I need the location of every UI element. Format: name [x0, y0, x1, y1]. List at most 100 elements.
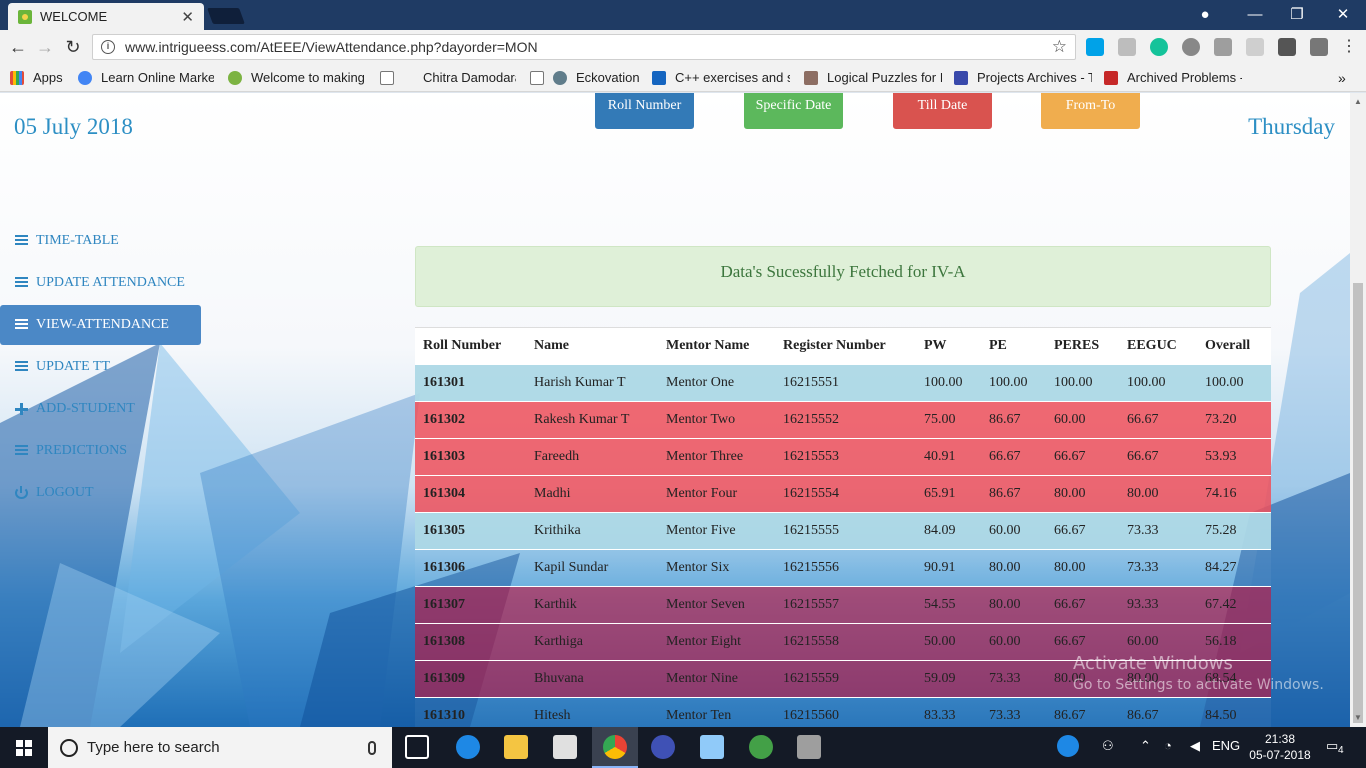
- table-cell: Mentor Five: [658, 512, 775, 550]
- task-view-icon[interactable]: [405, 735, 429, 759]
- table-row: 161302 Rakesh Kumar T Mentor Two 16215552 75…: [415, 401, 1271, 439]
- sidebar-item-label: UPDATE ATTENDANCE: [36, 275, 185, 290]
- till-date-button[interactable]: Till Date: [893, 93, 992, 129]
- bookmark-item[interactable]: Eckovation: [530, 70, 644, 85]
- table-cell: Hitesh: [526, 697, 658, 727]
- bookmark-item[interactable]: Chitra Damodaran: [380, 70, 516, 85]
- problems-icon: [1104, 70, 1118, 85]
- bookmark-item[interactable]: C++ exercises and s: [652, 70, 790, 85]
- taskbar-clock[interactable]: 21:38 05-07-2018: [1248, 731, 1312, 763]
- table-cell: 80.00: [1119, 475, 1197, 513]
- new-tab-button[interactable]: [207, 8, 245, 24]
- minimize-button[interactable]: —: [1240, 4, 1270, 26]
- tray-chevron-icon[interactable]: ⌃: [1140, 738, 1151, 754]
- sidebar-item-update-tt[interactable]: UPDATE TT: [0, 347, 201, 387]
- site-info-icon[interactable]: i: [101, 40, 115, 54]
- page-content: 05 July 2018 Thursday Roll Number Specif…: [0, 93, 1350, 727]
- help-icon[interactable]: [1057, 735, 1079, 757]
- extension-icon[interactable]: [1246, 38, 1264, 56]
- edge-icon[interactable]: [456, 735, 480, 759]
- tab-bar: WELCOME ✕ ● — ❐ ✕: [0, 0, 1366, 30]
- chrome-icon[interactable]: [603, 735, 627, 759]
- volume-icon[interactable]: ◀: [1190, 738, 1200, 754]
- file-explorer-icon[interactable]: [504, 735, 528, 759]
- microphone-icon[interactable]: [368, 740, 376, 755]
- bookmark-item[interactable]: Welcome to making: [228, 70, 364, 85]
- scroll-up-icon[interactable]: ▲: [1354, 97, 1362, 106]
- bookmark-label: Apps: [33, 70, 63, 85]
- table-cell: 16215560: [775, 697, 916, 727]
- restore-button[interactable]: ❐: [1282, 4, 1312, 26]
- from-to-button[interactable]: From-To: [1041, 93, 1140, 129]
- table-cell: 100.00: [1197, 364, 1271, 402]
- sidebar-item-view-attendance[interactable]: VIEW-ATTENDANCE: [0, 305, 201, 345]
- scroll-thumb[interactable]: [1353, 283, 1363, 723]
- specific-date-button[interactable]: Specific Date: [744, 93, 843, 129]
- wifi-icon[interactable]: ◔: [1164, 738, 1172, 753]
- menu-icon[interactable]: ⋮: [1338, 36, 1360, 58]
- bookmark-item[interactable]: Projects Archives - T: [954, 70, 1092, 85]
- grammarly-icon[interactable]: [1150, 38, 1168, 56]
- language-indicator[interactable]: ENG: [1212, 738, 1240, 753]
- sidebar-item-update-attendance[interactable]: UPDATE ATTENDANCE: [0, 263, 201, 303]
- table-cell: Mentor One: [658, 364, 775, 402]
- start-button[interactable]: [0, 727, 48, 768]
- virtualbox-icon[interactable]: [700, 735, 724, 759]
- projects-icon: [954, 70, 968, 85]
- power-icon: [15, 486, 28, 499]
- table-cell: Mentor Eight: [658, 623, 775, 661]
- address-bar[interactable]: i www.intrigueess.com/AtEEE/ViewAttendan…: [92, 34, 1076, 60]
- table-cell: 86.67: [981, 401, 1046, 439]
- notifications-icon[interactable]: ▭: [1326, 738, 1338, 754]
- reload-button[interactable]: ↻: [62, 36, 84, 58]
- atom-icon[interactable]: [749, 735, 773, 759]
- apps-grid-icon: [10, 70, 24, 85]
- sidebar-item-predictions[interactable]: PREDICTIONS: [0, 431, 201, 471]
- table-row: 161310 Hitesh Mentor Ten 16215560 83.33 73.33…: [415, 697, 1271, 727]
- column-header: Overall: [1197, 327, 1271, 365]
- table-cell: Fareedh: [526, 438, 658, 476]
- table-cell: 66.67: [1046, 438, 1119, 476]
- bookmark-item[interactable]: Archived Problems -: [1104, 70, 1242, 85]
- bookmark-apps[interactable]: Apps: [10, 70, 63, 85]
- page-scrollbar[interactable]: ▲ ▼: [1350, 93, 1366, 727]
- table-cell: 60.00: [981, 623, 1046, 661]
- extension-icon[interactable]: [1214, 38, 1232, 56]
- bookmark-item[interactable]: Learn Online Market: [78, 70, 214, 85]
- back-button[interactable]: ←: [7, 36, 29, 58]
- tab-close-icon[interactable]: ✕: [181, 8, 194, 26]
- sidebar-item-time-table[interactable]: TIME-TABLE: [0, 221, 201, 261]
- leaf-icon: [228, 70, 242, 85]
- browser-tab[interactable]: WELCOME ✕: [8, 3, 204, 30]
- extension-icon[interactable]: [1086, 38, 1104, 56]
- extension-icon[interactable]: [1182, 38, 1200, 56]
- eclipse-icon[interactable]: [651, 735, 675, 759]
- table-cell: 75.28: [1197, 512, 1271, 550]
- bookmark-item[interactable]: Logical Puzzles for In: [804, 70, 942, 85]
- forward-button[interactable]: →: [34, 36, 56, 58]
- bookmark-star-icon[interactable]: ☆: [1052, 37, 1067, 57]
- scroll-down-icon[interactable]: ▼: [1354, 713, 1362, 722]
- current-day: Thursday: [1248, 114, 1335, 139]
- store-icon[interactable]: [553, 735, 577, 759]
- taskbar-search[interactable]: Type here to search: [48, 727, 392, 768]
- table-cell: Mentor Three: [658, 438, 775, 476]
- bookmark-label: Chitra Damodaran: [423, 70, 516, 85]
- paint-icon[interactable]: [797, 735, 821, 759]
- sidebar-item-logout[interactable]: LOGOUT: [0, 473, 201, 513]
- eckovation-icon: [553, 70, 567, 85]
- extension-icon[interactable]: [1118, 38, 1136, 56]
- extension-icon[interactable]: [1310, 38, 1328, 56]
- people-icon[interactable]: ⚇: [1102, 738, 1114, 754]
- roll-number-button[interactable]: Roll Number: [595, 93, 694, 129]
- table-cell: 74.16: [1197, 475, 1271, 513]
- table-cell: 161301: [415, 364, 526, 402]
- sidebar-item-label: ADD-STUDENT: [36, 401, 135, 416]
- more-bookmarks-icon[interactable]: »: [1338, 70, 1346, 86]
- extension-icon[interactable]: [1278, 38, 1296, 56]
- tab-title: WELCOME: [40, 9, 108, 24]
- sidebar-item-add-student[interactable]: ADD-STUDENT: [0, 389, 201, 429]
- table-cell: Kapil Sundar: [526, 549, 658, 587]
- profile-icon[interactable]: ●: [1190, 4, 1220, 26]
- close-window-button[interactable]: ✕: [1328, 4, 1358, 26]
